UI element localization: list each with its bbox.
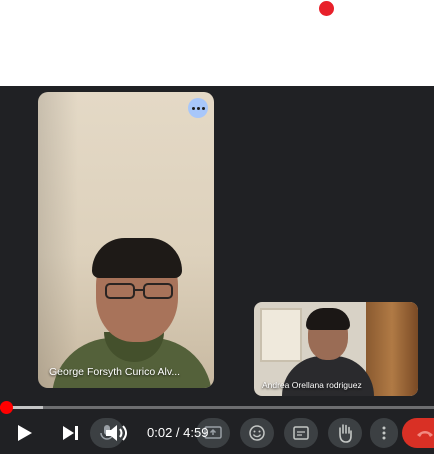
volume-button[interactable] — [100, 416, 134, 450]
emoji-icon — [249, 425, 265, 441]
door-background — [366, 302, 418, 396]
player-controls: 0:02 / 4:59 — [0, 416, 434, 454]
hang-up-icon — [417, 431, 433, 437]
progress-bar[interactable] — [0, 401, 434, 414]
participant-tile-main[interactable]: George Forsyth Curico Alv... — [38, 92, 214, 388]
video-stage: George Forsyth Curico Alv... Andrea Orel… — [0, 86, 434, 454]
participant-video-hair — [306, 308, 350, 330]
wall-picture — [260, 308, 302, 362]
raise-hand-icon — [339, 424, 352, 443]
scrubber-handle[interactable] — [0, 401, 13, 414]
participant-name-main: George Forsyth Curico Alv... — [49, 366, 181, 378]
time-display: 0:02 / 4:59 — [147, 425, 208, 440]
participant-name-secondary: Andrea Orellana rodriguez — [262, 380, 362, 390]
recording-indicator — [319, 1, 334, 16]
participant-video-body — [282, 356, 374, 396]
play-button[interactable] — [7, 416, 41, 450]
next-icon — [63, 426, 78, 440]
captions-icon — [293, 426, 309, 440]
participant-video-hair — [92, 238, 182, 278]
duration: 4:59 — [183, 425, 209, 440]
participant-tile-secondary[interactable]: Andrea Orellana rodriguez — [254, 302, 418, 396]
more-options-icon[interactable] — [188, 98, 208, 118]
time-separator: / — [172, 425, 184, 440]
next-button[interactable] — [53, 416, 87, 450]
participant-video-glasses — [105, 283, 173, 299]
wall-background — [38, 92, 78, 388]
vertical-dots-icon — [382, 426, 386, 440]
current-time: 0:02 — [147, 425, 173, 440]
volume-icon — [106, 425, 127, 441]
play-icon — [18, 425, 32, 441]
